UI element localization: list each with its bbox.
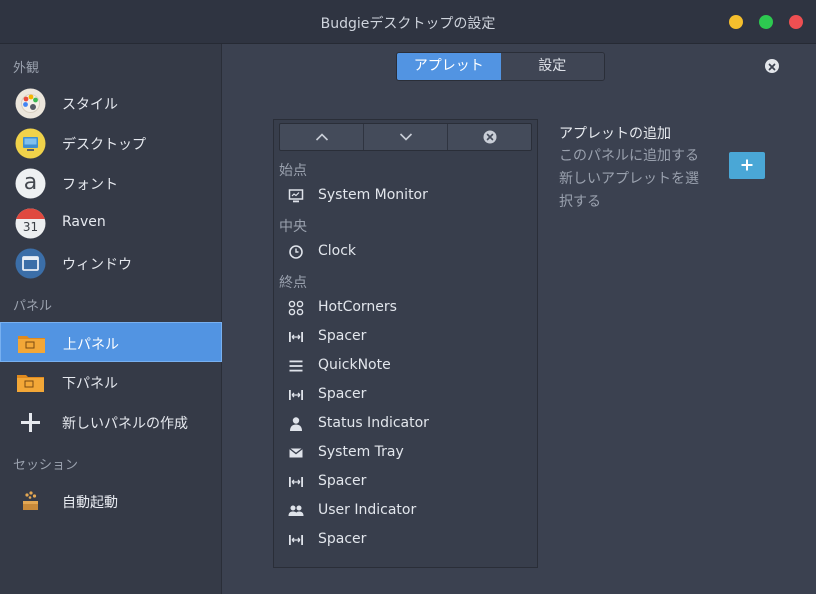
tab-bar: アプレット 設定 <box>396 52 605 81</box>
title-bar: Budgieデスクトップの設定 <box>0 0 816 44</box>
plus-icon <box>741 159 753 171</box>
sidebar-item-window[interactable]: ウィンドウ <box>0 243 222 283</box>
remove-icon <box>483 130 496 144</box>
applet-row-clock[interactable]: Clock <box>274 237 537 266</box>
chevron-down-icon <box>399 133 412 141</box>
sidebar-item-label: スタイル <box>62 97 118 113</box>
font-glyph: a <box>23 170 38 195</box>
folder-icon <box>17 375 44 392</box>
applet-label: User Indicator <box>318 502 417 518</box>
sidebar-item-top-panel[interactable]: 上パネル <box>0 322 222 362</box>
minimize-button[interactable] <box>729 15 743 29</box>
folder-icon <box>18 336 45 353</box>
spacer-icon <box>289 535 303 545</box>
close-window-button[interactable] <box>789 15 803 29</box>
sidebar-item-label: 上パネル <box>63 337 119 353</box>
applet-list-toolbar <box>279 123 532 151</box>
monitor-icon <box>288 189 304 203</box>
close-panel-button[interactable] <box>765 59 779 73</box>
sidebar-item-label: 下パネル <box>62 376 118 392</box>
clock-icon <box>289 245 303 259</box>
sidebar-item-label: デスクトップ <box>62 137 146 153</box>
applet-row-system-monitor[interactable]: System Monitor <box>274 181 537 210</box>
applet-label: System Monitor <box>318 187 428 203</box>
applet-row-spacer[interactable]: Spacer <box>274 467 537 496</box>
applet-row-spacer[interactable]: Spacer <box>274 380 537 409</box>
add-applet-title: アプレットの追加 <box>559 126 671 142</box>
person-icon <box>290 417 302 431</box>
sidebar-item-desktop[interactable]: デスクトップ <box>0 123 222 163</box>
sidebar-item-style[interactable]: スタイル <box>0 83 222 123</box>
applet-label: Spacer <box>318 473 367 489</box>
spacer-icon <box>289 477 303 487</box>
section-heading-panels: パネル <box>13 299 53 314</box>
tab-settings[interactable]: 設定 <box>500 53 604 80</box>
users-icon <box>288 505 304 516</box>
plus-icon <box>21 413 40 432</box>
applet-row-spacer[interactable]: Spacer <box>274 322 537 351</box>
applet-label: HotCorners <box>318 299 397 315</box>
applet-label: Status Indicator <box>318 415 429 431</box>
sidebar-item-autostart[interactable]: 自動起動 <box>0 481 222 521</box>
applet-label: Spacer <box>318 386 367 402</box>
sidebar-item-label: 自動起動 <box>62 495 118 511</box>
autostart-icon <box>23 491 38 510</box>
sidebar-item-raven[interactable]: 31 Raven <box>0 203 222 243</box>
applet-label: Spacer <box>318 531 367 547</box>
sidebar-item-font[interactable]: a フォント <box>0 163 222 203</box>
menu-lines-icon <box>289 360 303 372</box>
sidebar: 外観 スタイル デスクトップ a フォント 31 Raven ウィンドウ パネル… <box>0 44 222 594</box>
move-down-button[interactable] <box>364 124 448 150</box>
applet-row-status-indicator[interactable]: Status Indicator <box>274 409 537 438</box>
applet-row-spacer[interactable]: Spacer <box>274 525 537 554</box>
style-palette-icon <box>15 88 46 119</box>
spacer-icon <box>289 332 303 342</box>
group-label-center: 中央 <box>279 219 307 235</box>
window-icon <box>15 248 46 279</box>
section-heading-appearance: 外観 <box>13 61 40 76</box>
group-label-end: 終点 <box>279 275 307 291</box>
window-title: Budgieデスクトップの設定 <box>320 16 496 32</box>
add-applet-description: このパネルに追加する新しいアプレットを選択する <box>559 148 699 210</box>
applet-row-system-tray[interactable]: System Tray <box>274 438 537 467</box>
sidebar-item-label: ウィンドウ <box>62 257 132 273</box>
add-applet-button[interactable] <box>729 152 765 179</box>
applet-label: QuickNote <box>318 357 391 373</box>
group-label-start: 始点 <box>279 163 307 179</box>
maximize-button[interactable] <box>759 15 773 29</box>
desktop-icon <box>15 128 46 159</box>
sidebar-item-label: Raven <box>62 214 106 230</box>
envelope-icon <box>289 447 303 458</box>
hotcorners-icon <box>288 300 304 316</box>
main-content: アプレット 設定 始点 System Monitor 中央 Clock 終点 H… <box>223 44 816 594</box>
applet-label: Clock <box>318 243 357 259</box>
section-heading-session: セッション <box>13 458 79 473</box>
sidebar-item-create-panel[interactable]: 新しいパネルの作成 <box>0 402 222 442</box>
sidebar-item-label: 新しいパネルの作成 <box>62 416 188 432</box>
sidebar-item-label: フォント <box>62 177 118 193</box>
applet-row-hotcorners[interactable]: HotCorners <box>274 293 537 322</box>
applet-label: System Tray <box>318 444 404 460</box>
applet-label: Spacer <box>318 328 367 344</box>
applet-row-user-indicator[interactable]: User Indicator <box>274 496 537 525</box>
applet-list-panel: 始点 System Monitor 中央 Clock 終点 HotCorners… <box>273 119 538 568</box>
applet-row-quicknote[interactable]: QuickNote <box>274 351 537 380</box>
tab-applets[interactable]: アプレット <box>397 53 501 80</box>
remove-applet-button[interactable] <box>448 124 531 150</box>
chevron-up-icon <box>315 133 328 141</box>
sidebar-item-bottom-panel[interactable]: 下パネル <box>0 362 222 402</box>
move-up-button[interactable] <box>280 124 364 150</box>
spacer-icon <box>289 390 303 400</box>
calendar-day: 31 <box>22 220 39 234</box>
close-icon <box>768 63 776 71</box>
